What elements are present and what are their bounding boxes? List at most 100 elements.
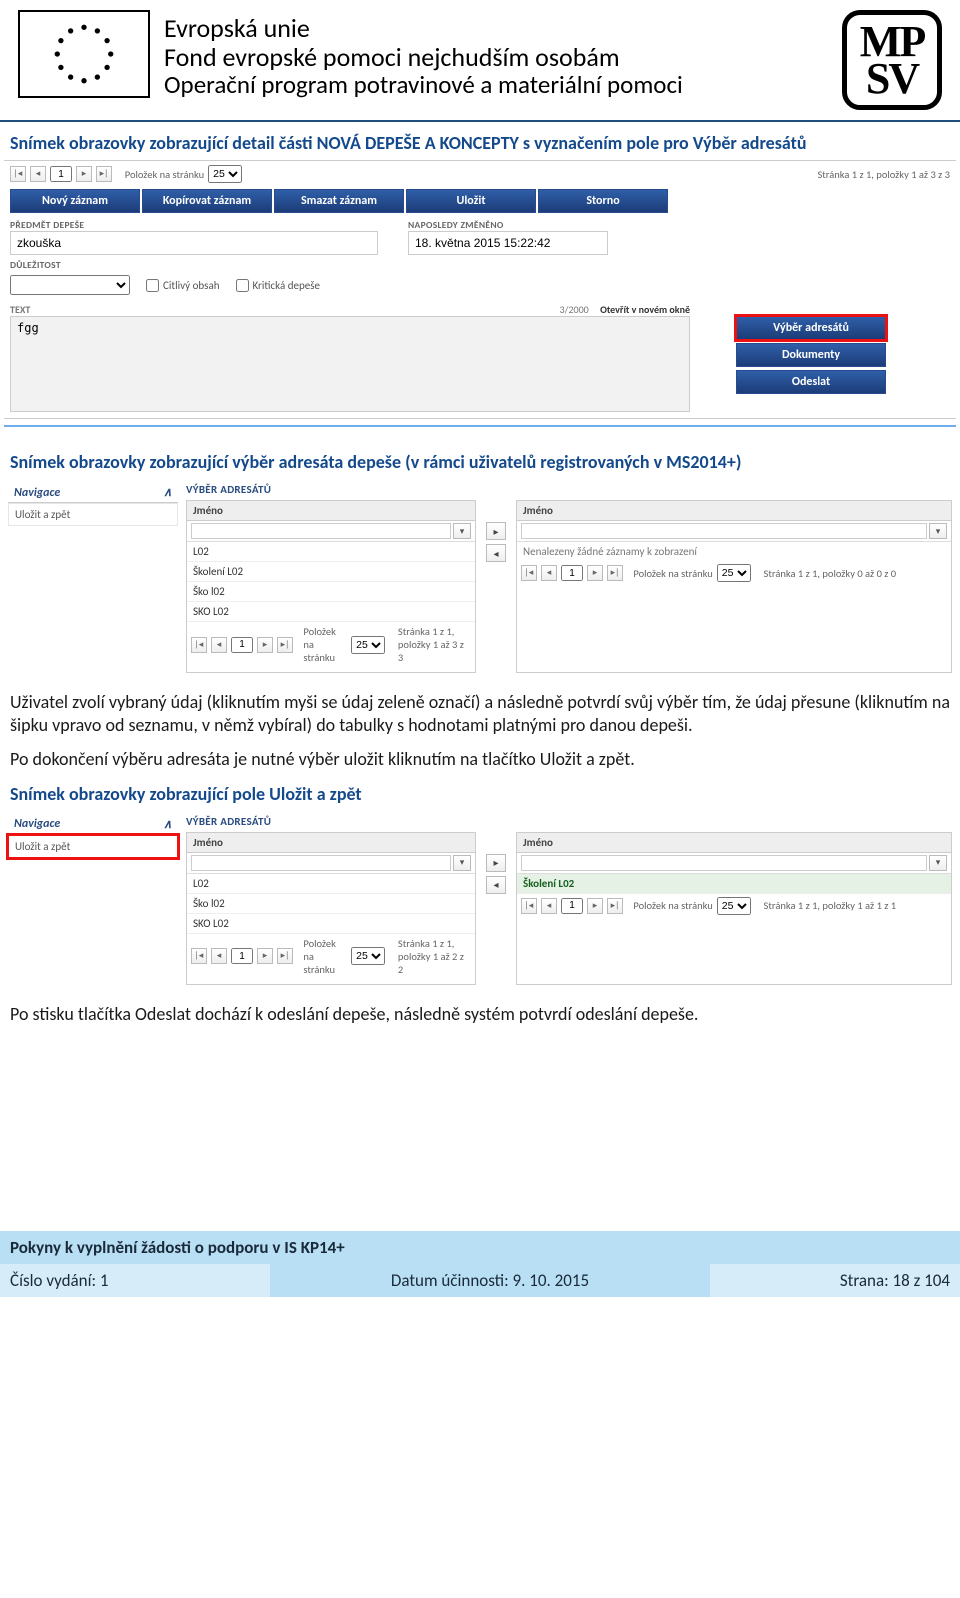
pager-next-icon[interactable]: ▸ [587,565,603,581]
source-table: Jméno ▾ L02 Ško l02 SKO L02 |◂ ◂ ▸ [186,832,476,985]
pager-first-icon[interactable]: |◂ [521,898,537,914]
filter-input[interactable] [191,523,451,539]
kopirovat-zaznam-button[interactable]: Kopírovat záznam [142,189,272,213]
list-item-selected[interactable]: Školení L02 [517,874,951,894]
no-records-note: Nenalezeny žádné záznamy k zobrazení [517,542,951,561]
naposledy-zmeneno-label: NAPOSLEDY ZMĚNĚNO [408,219,608,231]
pager-page-input[interactable] [561,898,583,914]
col-jmeno[interactable]: Jméno [187,501,475,521]
pager-last-icon[interactable]: ▸| [607,898,623,914]
vyber-adresatu-button[interactable]: Výběr adresátů [736,316,886,340]
citlivy-obsah-checkbox[interactable]: Citlivý obsah [146,279,220,292]
filter-icon[interactable]: ▾ [453,855,471,871]
pager-prev-icon[interactable]: ◂ [30,166,46,182]
filter-icon[interactable]: ▾ [453,523,471,539]
filter-input[interactable] [191,855,451,871]
pager-prev-icon[interactable]: ◂ [211,948,227,964]
items-per-page-label: Položek na stránku [125,168,204,181]
pager-prev-icon[interactable]: ◂ [541,565,557,581]
pager-first-icon[interactable]: |◂ [191,948,207,964]
filter-icon[interactable]: ▾ [929,523,947,539]
collapse-icon[interactable]: ∧ [163,485,172,500]
target-table: Jméno ▾ Školení L02 |◂ ◂ ▸ ▸| Polo [516,832,952,985]
pager-last-icon[interactable]: ▸| [277,637,293,653]
storno-button[interactable]: Storno [538,189,668,213]
predmet-depese-label: PŘEDMĚT DEPEŠE [10,219,378,231]
move-left-icon[interactable]: ◂ [486,876,506,894]
col-jmeno[interactable]: Jméno [187,833,475,853]
dokumenty-button[interactable]: Dokumenty [736,343,886,367]
kriticka-depese-checkbox[interactable]: Kritická depeše [236,279,321,292]
pager-prev-icon[interactable]: ◂ [541,898,557,914]
filter-input[interactable] [521,855,927,871]
naposledy-zmeneno-field [408,231,608,255]
pager-page-input[interactable] [231,637,253,653]
pager-prev-icon[interactable]: ◂ [211,637,227,653]
caption-1: Snímek obrazovky zobrazující detail část… [0,132,960,154]
kriticka-depese-label: Kritická depeše [253,279,321,292]
move-right-icon[interactable]: ▸ [486,522,506,540]
move-left-icon[interactable]: ◂ [486,544,506,562]
items-per-page-select[interactable]: 25 [717,897,751,915]
pager-next-icon[interactable]: ▸ [76,166,92,182]
header-line-2: Fond evropské pomoci nejchudším osobám [164,43,828,72]
ulozit-a-zpet-link[interactable]: Uložit a zpět [8,835,178,858]
pager-last-icon[interactable]: ▸| [607,565,623,581]
caption-3: Snímek obrazovky zobrazující pole Uložit… [0,783,960,805]
header-text: Evropská unie Fond evropské pomoci nejch… [164,10,828,99]
items-per-page-select[interactable]: 25 [351,947,385,965]
vyber-adresatu-title: VÝBĚR ADRESÁTŮ [186,483,952,496]
header-line-1: Evropská unie [164,14,828,43]
col-jmeno[interactable]: Jméno [517,833,951,853]
pager-page-input[interactable] [561,565,583,581]
odeslat-button[interactable]: Odeslat [736,370,886,394]
open-new-window-link[interactable]: Otevřít v novém okně [600,303,690,316]
pager-first-icon[interactable]: |◂ [521,565,537,581]
pager-page-input[interactable] [231,948,253,964]
list-item[interactable]: SKO L02 [187,914,475,934]
smazat-zaznam-button[interactable]: Smazat záznam [274,189,404,213]
pager-next-icon[interactable]: ▸ [257,637,273,653]
list-item[interactable]: L02 [187,542,475,562]
items-per-page-select[interactable]: 25 [208,165,242,183]
ulozit-button[interactable]: Uložit [406,189,536,213]
pager-first-icon[interactable]: |◂ [10,166,26,182]
paragraph-1: Uživatel zvolí vybraný údaj (kliknutím m… [10,691,950,736]
filter-icon[interactable]: ▾ [929,855,947,871]
novy-zaznam-button[interactable]: Nový záznam [10,189,140,213]
pager-first-icon[interactable]: |◂ [191,637,207,653]
move-right-icon[interactable]: ▸ [486,854,506,872]
navigace-header: Navigace [14,817,60,831]
predmet-depese-input[interactable] [10,231,378,255]
items-per-page-select[interactable]: 25 [351,636,385,654]
col-jmeno[interactable]: Jméno [517,501,951,521]
pager-page-input[interactable] [50,166,72,182]
pager-status: Stránka 1 z 1, položky 1 až 1 z 1 [764,899,897,912]
depese-text-input[interactable] [10,316,690,412]
footer-page-number: Strana: 18 z 104 [710,1264,960,1297]
collapse-icon[interactable]: ∧ [163,817,172,832]
screenshot-depese-detail: |◂ ◂ ▸ ▸| Položek na stránku 25 Stránka … [4,160,956,419]
dulezitost-label: DŮLEŽITOST [10,259,950,271]
footer-effective-date: Datum účinnosti: 9. 10. 2015 [270,1264,710,1297]
items-per-page-select[interactable]: 25 [717,564,751,582]
pager-last-icon[interactable]: ▸| [277,948,293,964]
list-item[interactable]: Školení L02 [187,562,475,582]
list-item[interactable]: SKO L02 [187,602,475,622]
pager-status: Stránka 1 z 1, položky 0 až 0 z 0 [764,567,897,580]
pager-next-icon[interactable]: ▸ [587,898,603,914]
filter-input[interactable] [521,523,927,539]
dulezitost-select[interactable] [10,275,130,295]
paragraph-3: Po stisku tlačítka Odeslat dochází k ode… [10,1003,950,1026]
vyber-adresatu-title: VÝBĚR ADRESÁTŮ [186,815,952,828]
pager-last-icon[interactable]: ▸| [96,166,112,182]
list-item[interactable]: Ško l02 [187,894,475,914]
list-item[interactable]: Ško l02 [187,582,475,602]
screenshot-vyber-adresatu-2: Navigace ∧ Uložit a zpět VÝBĚR ADRESÁTŮ … [4,811,956,991]
pager-next-icon[interactable]: ▸ [257,948,273,964]
ulozit-a-zpet-link[interactable]: Uložit a zpět [8,503,178,526]
items-per-page-label: Položek na stránku [303,625,347,664]
text-label: TEXT [10,303,30,316]
list-item[interactable]: L02 [187,874,475,894]
mpsv-sv: SV [866,60,918,97]
